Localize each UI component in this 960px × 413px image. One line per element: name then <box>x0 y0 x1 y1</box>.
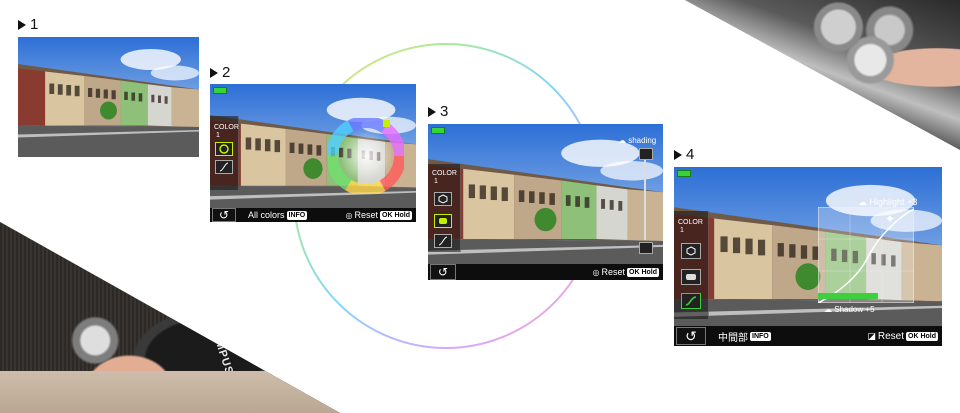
step-3-label: 3 <box>428 104 448 119</box>
tone-curve-icon[interactable] <box>215 160 233 174</box>
color-label: COLOR <box>678 219 703 226</box>
battery-icon <box>431 127 445 134</box>
color-value: 1 <box>434 178 438 185</box>
step-number: 1 <box>30 16 39 33</box>
triangle-marker-icon <box>674 149 682 160</box>
return-arrow-icon[interactable]: ↺ <box>430 264 456 280</box>
ok-hold-tag[interactable]: OK Hold <box>906 331 938 341</box>
step-3-screen: ☁ shading COLOR 1 ↺ ◎ Reset OK Hold <box>428 124 663 280</box>
reset-text: Reset <box>877 330 904 342</box>
shadow-readout: ☁ Shadow +5 <box>824 305 875 314</box>
step-number: 3 <box>440 103 449 120</box>
shading-icon: ☁ <box>618 136 626 145</box>
step-2-screen: COLOR 1 ↺ All colors INFO ◎ Reset OK Hol… <box>210 84 416 222</box>
reset-hint: ◎ Reset OK Hold <box>592 267 659 277</box>
camera-lens-photo: OLYMPUS <box>0 222 340 413</box>
battery-icon <box>213 87 227 94</box>
step-1-label: 1 <box>18 17 38 32</box>
step-2-label: 2 <box>210 65 230 80</box>
bottom-bar: ↺ ◎ Reset OK Hold <box>428 264 663 280</box>
highlight-icon: ☁ <box>858 197 867 207</box>
triangle-marker-icon <box>210 67 218 78</box>
svg-text:✦: ✦ <box>885 212 895 226</box>
reset-dial-icon: ◎ <box>592 267 600 277</box>
color-wheel-icon[interactable] <box>434 192 452 206</box>
reset-hint: ◎ Reset OK Hold <box>345 210 412 220</box>
tone-curve-icon[interactable] <box>681 293 701 309</box>
step-4-screen: ☁ Highlight +3 ✦ ☁ Shadow +5 COLOR 1 ↺ 中… <box>674 167 942 346</box>
bottom-text: 中間部 <box>718 332 748 344</box>
step-number: 2 <box>222 64 231 81</box>
shadow-value: +5 <box>865 305 875 314</box>
camera-top-photo <box>684 0 960 150</box>
tone-curve-graph[interactable]: ✦ <box>818 207 914 303</box>
shading-icon[interactable] <box>681 269 701 285</box>
color-wheel[interactable] <box>328 118 404 194</box>
shading-select-icon[interactable] <box>434 214 452 228</box>
highlight-label: Highlight <box>869 197 905 207</box>
highlight-value: +3 <box>907 197 918 207</box>
reset-text: Reset <box>354 210 378 220</box>
lens-brand-text: OLYMPUS <box>205 315 236 377</box>
step-number: 4 <box>686 146 695 163</box>
return-arrow-icon[interactable]: ↺ <box>676 327 706 345</box>
triangle-marker-icon <box>18 19 26 30</box>
bottom-bar: ↺ All colors INFO ◎ Reset OK Hold <box>210 208 416 222</box>
color-wheel-icon[interactable] <box>215 142 233 156</box>
reset-dial-icon: ◪ <box>867 330 876 341</box>
triangle-marker-icon <box>428 106 436 117</box>
street-scene-image <box>18 37 199 157</box>
reset-text: Reset <box>601 267 625 277</box>
shading-bottom-icon[interactable] <box>639 242 653 254</box>
street-scene-image <box>428 124 663 280</box>
bottom-text: All colors <box>248 210 285 220</box>
color-label: COLOR <box>214 124 239 131</box>
color-value: 1 <box>216 132 220 139</box>
shading-text: shading <box>628 136 657 145</box>
color-wheel-icon[interactable] <box>681 243 701 259</box>
shading-top-icon[interactable] <box>639 148 653 160</box>
ok-hold-tag[interactable]: OK Hold <box>380 210 412 220</box>
return-arrow-icon[interactable]: ↺ <box>212 208 236 222</box>
battery-icon <box>677 170 691 177</box>
info-tag: INFO <box>286 210 308 220</box>
info-tag: INFO <box>750 331 771 341</box>
tone-curve-icon[interactable] <box>434 234 452 248</box>
bottom-bar: ↺ 中間部 INFO ◪ Reset OK Hold <box>674 326 942 346</box>
reset-hint: ◪ Reset OK Hold <box>867 331 938 342</box>
step-4-label: 4 <box>674 147 694 162</box>
ok-hold-tag[interactable]: OK Hold <box>627 267 659 277</box>
color-label: COLOR <box>432 170 457 177</box>
reset-dial-icon: ◎ <box>345 210 353 220</box>
color-value: 1 <box>680 227 684 234</box>
shadow-label: Shadow <box>834 305 864 314</box>
step-1-photo <box>18 37 199 157</box>
shading-label: ☁ shading <box>618 136 656 145</box>
shading-slider-track[interactable] <box>644 160 646 240</box>
shadow-icon: ☁ <box>824 305 832 314</box>
